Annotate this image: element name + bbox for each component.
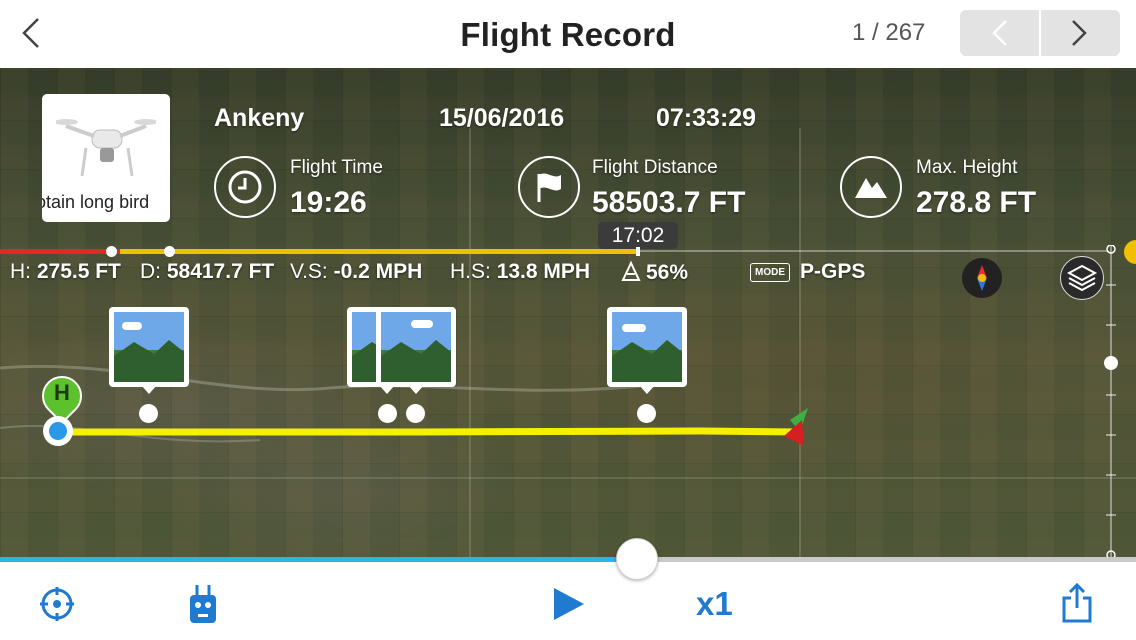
remote-controller-icon xyxy=(190,585,216,623)
flight-time-value: 19:26 xyxy=(290,186,367,219)
home-pin-label: H xyxy=(54,380,70,405)
altitude-scale xyxy=(1104,245,1118,561)
photo-location-dot[interactable] xyxy=(637,404,656,423)
photo-marker[interactable] xyxy=(607,307,687,394)
record-nav xyxy=(960,10,1120,56)
timeline-segment-red xyxy=(0,249,120,254)
photo-marker[interactable] xyxy=(109,307,189,394)
compass-button[interactable] xyxy=(962,258,1002,298)
photo-location-dot[interactable] xyxy=(139,404,158,423)
flight-location: Ankeny xyxy=(214,104,305,132)
flight-time-label: Flight Time xyxy=(290,157,383,178)
map-layers-button[interactable] xyxy=(1060,256,1104,300)
flight-distance-label: Flight Distance xyxy=(592,157,718,178)
photo-marker[interactable] xyxy=(376,307,456,394)
compass-icon xyxy=(977,265,987,291)
timeline-event-marker[interactable] xyxy=(164,246,175,257)
locate-icon xyxy=(40,587,74,621)
max-height-value: 278.8 FT xyxy=(916,186,1037,219)
photo-location-dot[interactable] xyxy=(406,404,425,423)
next-record-button[interactable] xyxy=(1041,10,1120,56)
timeline-current-time: 17:02 xyxy=(598,222,678,249)
max-height-label: Max. Height xyxy=(916,157,1018,178)
clock-icon xyxy=(214,156,276,218)
aircraft-name: otain long bird xyxy=(42,192,150,212)
photo-thumbnail xyxy=(381,312,451,382)
play-icon xyxy=(554,588,584,620)
timeline-cursor xyxy=(636,247,640,256)
telemetry-distance: D: 58417.7 FT xyxy=(140,260,275,283)
timeline-remaining xyxy=(638,250,1108,252)
playback-speed-button[interactable]: x1 xyxy=(696,585,733,623)
mode-badge: MODE xyxy=(750,263,790,282)
aircraft-thumbnail: otain long bird xyxy=(42,94,170,222)
telemetry-height: H: 275.5 FT xyxy=(10,260,121,283)
flag-icon xyxy=(518,156,580,218)
telemetry-horizontal-speed: H.S: 13.8 MPH xyxy=(450,260,591,283)
flight-date: 15/06/2016 xyxy=(439,104,565,132)
play-button[interactable] xyxy=(552,586,586,622)
telemetry-battery: 56% xyxy=(620,260,688,285)
photo-thumbnail xyxy=(114,312,184,382)
locate-button[interactable] xyxy=(38,585,76,623)
drone-image xyxy=(56,119,156,177)
prev-chevron-icon xyxy=(992,20,1007,46)
battery-icon xyxy=(621,260,641,281)
top-bar: Flight Record 1 / 267 xyxy=(0,0,1136,68)
next-chevron-icon xyxy=(1072,20,1087,46)
photo-thumbnail xyxy=(612,312,682,382)
previous-record-button[interactable] xyxy=(960,10,1039,56)
timeline-event-marker[interactable] xyxy=(106,246,117,257)
telemetry-vertical-speed: V.S: -0.2 MPH xyxy=(290,260,423,283)
share-button[interactable] xyxy=(1060,582,1094,624)
record-counter: 1 / 267 xyxy=(852,19,926,46)
mountain-icon xyxy=(840,156,902,218)
remote-controller-button[interactable] xyxy=(186,583,220,625)
share-icon xyxy=(1062,582,1092,623)
flight-time-of-day: 07:33:29 xyxy=(656,104,757,132)
timeline-segment-yellow xyxy=(120,249,638,254)
flight-distance-value: 58503.7 FT xyxy=(592,186,746,219)
flight-mode: P-GPS xyxy=(800,260,866,283)
layers-icon xyxy=(1066,264,1098,292)
photo-location-dot[interactable] xyxy=(378,404,397,423)
takeoff-point xyxy=(43,416,73,446)
playback-scrubber[interactable] xyxy=(616,538,658,580)
